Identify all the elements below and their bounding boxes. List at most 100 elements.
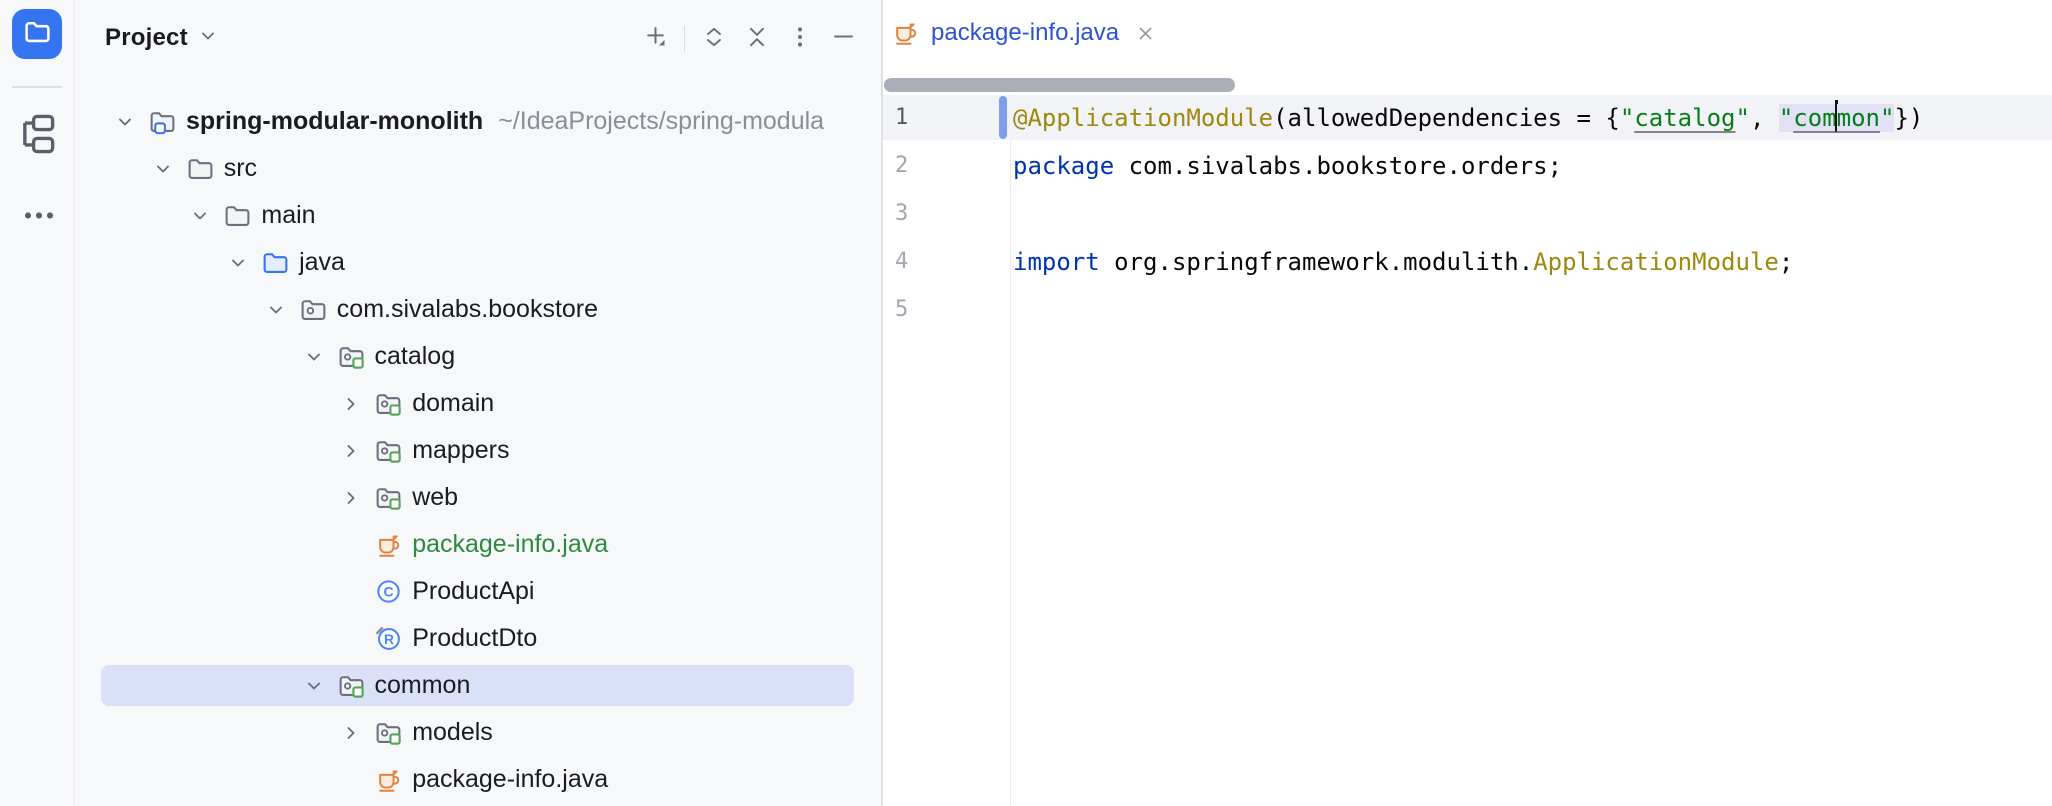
- chevron-down-icon[interactable]: [152, 158, 186, 180]
- more-tool-windows-button[interactable]: [23, 210, 55, 224]
- source-folder-icon: [261, 248, 292, 277]
- chevron-down-icon[interactable]: [114, 111, 148, 133]
- tree-item-label: com.sivalabs.bookstore: [337, 295, 598, 324]
- folder-icon: [186, 154, 217, 183]
- tree-item-package-info-java[interactable]: package-info.java: [76, 521, 881, 568]
- line-number: 3: [895, 190, 965, 238]
- tree-item-label: ProductApi: [412, 577, 534, 606]
- activity-bar: [0, 0, 75, 806]
- chevron-down-icon: [197, 25, 219, 52]
- tree-item-models[interactable]: models: [76, 709, 881, 756]
- code-line-1[interactable]: 1 @ApplicationModule(allowedDependencies …: [883, 94, 2052, 142]
- chevron-down-icon[interactable]: [227, 252, 261, 274]
- chevron-right-icon[interactable]: [340, 440, 374, 462]
- project-panel-header: Project: [76, 0, 881, 76]
- line-number: 2: [895, 142, 965, 190]
- more-options-button[interactable]: [786, 25, 814, 53]
- code-line-3[interactable]: 3: [883, 190, 2052, 238]
- project-folder-icon: [148, 107, 179, 136]
- project-view-selector[interactable]: Project: [105, 24, 219, 52]
- tree-item-label: models: [412, 718, 493, 747]
- code-editor[interactable]: 1 @ApplicationModule(allowedDependencies …: [883, 94, 2052, 806]
- expand-all-icon: [701, 24, 727, 55]
- java-file-icon: [374, 766, 405, 794]
- chevron-down-icon[interactable]: [189, 205, 223, 227]
- chevron-down-icon[interactable]: [265, 299, 299, 321]
- chevron-right-icon[interactable]: [340, 487, 374, 509]
- code-line-4[interactable]: 4import org.springframework.modulith.App…: [883, 238, 2052, 286]
- vcs-change-marker[interactable]: [999, 96, 1007, 139]
- collapse-all-icon: [744, 24, 770, 55]
- tree-item-src[interactable]: src: [76, 145, 881, 192]
- add-button[interactable]: [641, 25, 669, 53]
- tree-selection-highlight: [101, 665, 854, 706]
- chevron-right-icon[interactable]: [340, 722, 374, 744]
- editor-tab-package-info[interactable]: package-info.java: [891, 0, 1156, 66]
- project-tree: spring-modular-monolith ~/IdeaProjects/sp…: [76, 98, 881, 803]
- structure-tool-button[interactable]: [19, 112, 57, 160]
- tree-item-java[interactable]: java: [76, 239, 881, 286]
- code-line-5[interactable]: 5: [883, 286, 2052, 334]
- tree-item-productapi[interactable]: C ProductApi: [76, 568, 881, 615]
- tree-item-domain[interactable]: domain: [76, 380, 881, 427]
- line-number: 1: [895, 94, 965, 142]
- collapse-all-button[interactable]: [743, 25, 771, 53]
- module-package-icon: [337, 342, 368, 371]
- project-panel-toolbar: [641, 25, 857, 53]
- tree-item-label: web: [412, 483, 458, 512]
- toolbar-separator: [684, 26, 685, 52]
- close-icon[interactable]: [1135, 23, 1156, 44]
- code-text: package com.sivalabs.bookstore.orders;: [1013, 142, 1562, 190]
- java-file-icon: [374, 531, 405, 559]
- tree-item-package-info-java[interactable]: package-info.java: [76, 756, 881, 803]
- chevron-right-icon[interactable]: [340, 393, 374, 415]
- tree-item-label: package-info.java: [412, 530, 608, 559]
- class-icon: C: [374, 577, 405, 606]
- project-panel-title: Project: [105, 24, 188, 52]
- folder-icon: [23, 17, 52, 51]
- tree-item-web[interactable]: web: [76, 474, 881, 521]
- tree-item-label: java: [299, 248, 345, 277]
- tree-item-com-sivalabs-bookstore[interactable]: com.sivalabs.bookstore: [76, 286, 881, 333]
- chevron-down-icon[interactable]: [303, 675, 337, 697]
- chevron-down-icon[interactable]: [303, 346, 337, 368]
- tree-item-common[interactable]: common: [76, 662, 881, 709]
- tree-item-label: catalog: [375, 342, 456, 371]
- more-dots-icon: [23, 208, 55, 226]
- minimize-icon: [830, 23, 857, 55]
- structure-icon: [19, 112, 57, 161]
- module-package-icon: [374, 436, 405, 465]
- tree-item-label: common: [375, 671, 471, 700]
- tree-item-label: ProductDto: [412, 624, 537, 653]
- code-text: @ApplicationModule(allowedDependencies =…: [1013, 94, 1923, 142]
- project-tool-window: Project spring-modular-monolith ~/IdeaPro…: [76, 0, 883, 806]
- record-icon: R: [374, 624, 405, 653]
- code-text: import org.springframework.modulith.Appl…: [1013, 238, 1793, 286]
- tree-item-mappers[interactable]: mappers: [76, 427, 881, 474]
- expand-all-button[interactable]: [700, 25, 728, 53]
- tree-item-label: domain: [412, 389, 494, 418]
- tree-item-catalog[interactable]: catalog: [76, 333, 881, 380]
- editor-area[interactable]: package-info.java 1 @ApplicationModule(al…: [883, 0, 2052, 806]
- svg-text:R: R: [384, 631, 394, 647]
- tree-item-main[interactable]: main: [76, 192, 881, 239]
- tree-item-label: mappers: [412, 436, 509, 465]
- folder-icon: [223, 201, 254, 230]
- activity-bar-divider: [12, 86, 62, 88]
- project-tool-button[interactable]: [12, 9, 62, 59]
- tree-item-productdto[interactable]: R ProductDto: [76, 615, 881, 662]
- module-package-icon: [374, 483, 405, 512]
- plus-icon: [642, 23, 669, 55]
- module-package-icon: [374, 389, 405, 418]
- svg-text:C: C: [384, 584, 394, 600]
- tree-item-label: package-info.java: [412, 765, 608, 794]
- tree-item-spring-modular-monolith[interactable]: spring-modular-monolith ~/IdeaProjects/sp…: [76, 98, 881, 145]
- package-icon: [299, 295, 330, 324]
- tree-item-label: spring-modular-monolith: [186, 107, 483, 136]
- hide-tool-window-button[interactable]: [829, 25, 857, 53]
- project-path: ~/IdeaProjects/spring-modula: [498, 107, 824, 136]
- tree-item-label: src: [224, 154, 257, 183]
- code-line-2[interactable]: 2 package com.sivalabs.bookstore.orders;: [883, 142, 2052, 190]
- kebab-icon: [787, 24, 813, 55]
- java-file-icon: [891, 19, 919, 47]
